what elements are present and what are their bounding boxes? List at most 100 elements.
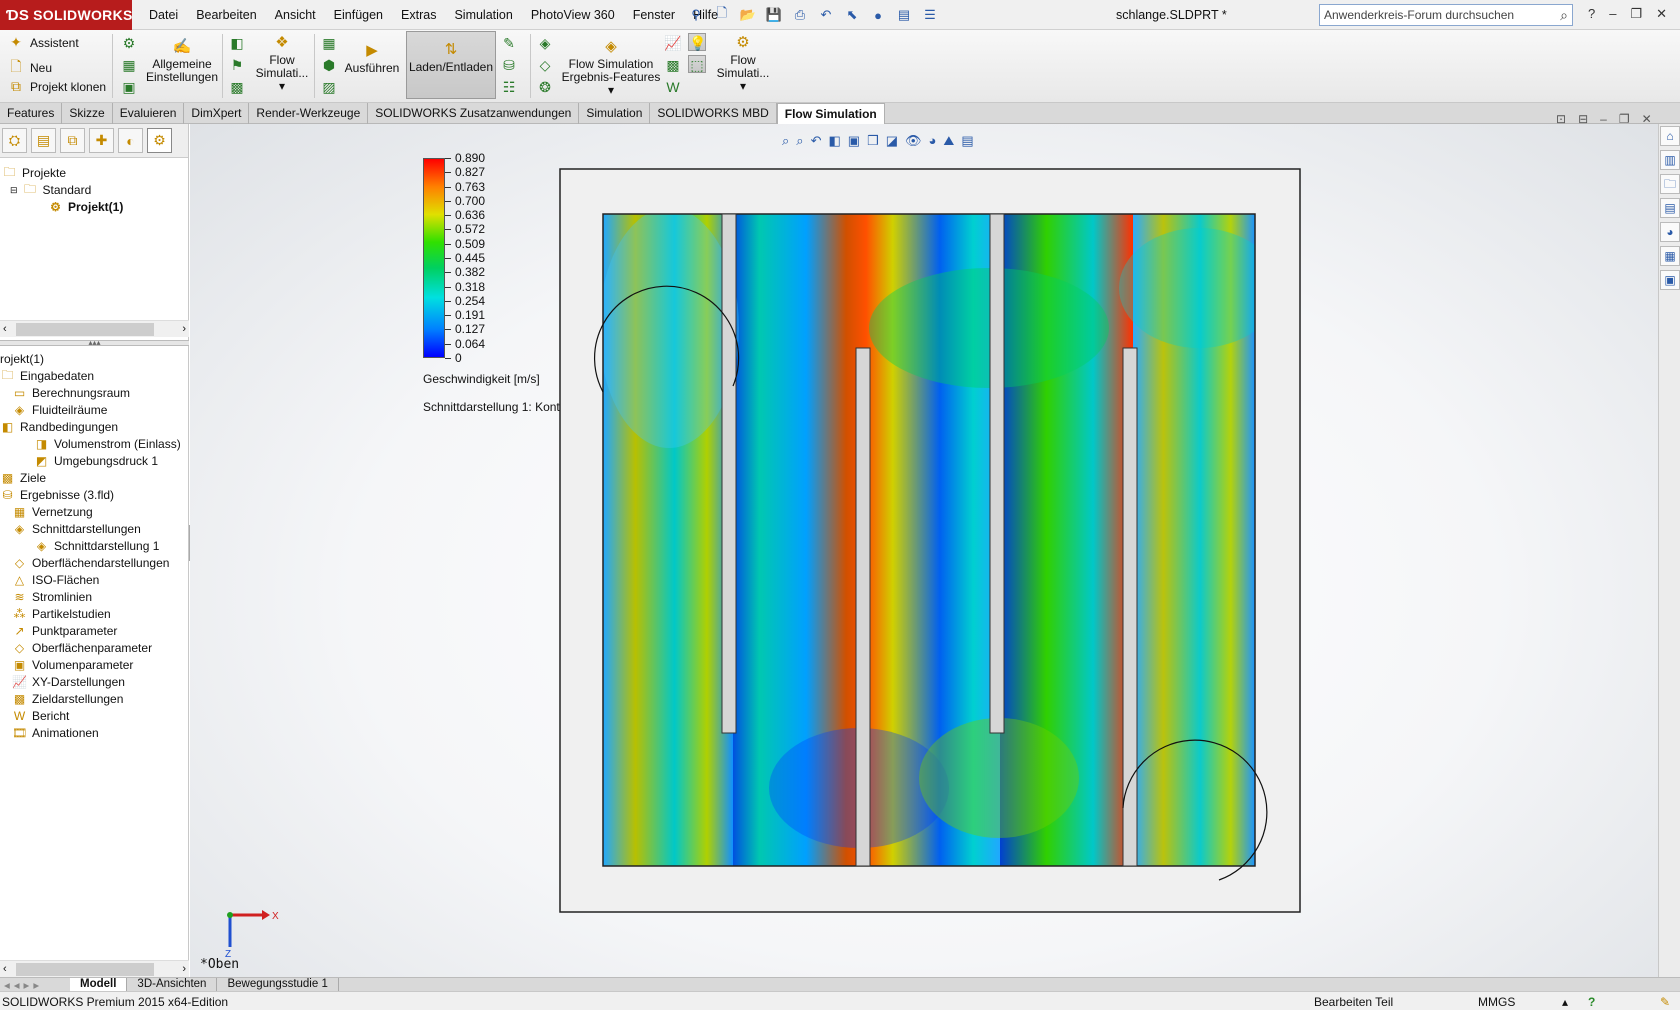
tab-mbd[interactable]: SOLIDWORKS MBD bbox=[650, 103, 777, 124]
projects-horizontal-scrollbar[interactable]: ‹ › bbox=[0, 320, 189, 337]
tree-item[interactable]: ⛁ Ergebnisse (3.fld) bbox=[0, 486, 114, 504]
scroll-right-icon[interactable]: › bbox=[182, 323, 186, 335]
file-explorer-icon[interactable]: 🗀 bbox=[1660, 174, 1680, 194]
projekt-klonen-button[interactable]: ⧉ Projekt klonen bbox=[8, 78, 106, 95]
search-icon[interactable]: ⌕ bbox=[1560, 7, 1568, 24]
tree-item[interactable]: ◇ Oberflächendarstellungen bbox=[12, 554, 170, 572]
view-orientation-icon[interactable]: ❒ bbox=[867, 133, 879, 149]
menu-einfuegen[interactable]: Einfügen bbox=[325, 8, 392, 22]
flow-analysis-tab-icon[interactable]: ⚙ bbox=[147, 128, 172, 153]
status-units[interactable]: MMGS bbox=[1478, 995, 1515, 1009]
save-results-icon[interactable]: ⛁ bbox=[500, 56, 518, 74]
display-style-icon[interactable]: ◪ bbox=[886, 133, 898, 149]
xy-plot-small-icon[interactable]: 📈 bbox=[664, 34, 682, 52]
tree-item[interactable]: ↗ Punktparameter bbox=[12, 622, 117, 640]
analysis-horizontal-scrollbar[interactable]: ‹ › bbox=[0, 960, 189, 977]
solver-icon[interactable]: ⬢ bbox=[320, 56, 338, 74]
tree-item[interactable]: ◧ Randbedingungen bbox=[0, 418, 118, 436]
tree-item[interactable]: ▩ Zieldarstellungen bbox=[12, 690, 124, 708]
allgemeine-einstellungen-button[interactable]: ✍ Allgemeine Einstellungen bbox=[144, 38, 220, 84]
tree-item[interactable]: ⁂ Partikelstudien bbox=[12, 605, 111, 623]
laden-entladen-button[interactable]: ⇅ Laden/Entladen bbox=[406, 31, 496, 99]
menu-extras[interactable]: Extras bbox=[392, 8, 445, 22]
propertymanager-tab-icon[interactable]: ▤ bbox=[31, 128, 56, 153]
menu-fenster[interactable]: Fenster bbox=[624, 8, 684, 22]
design-library-icon[interactable]: ▥ bbox=[1660, 150, 1680, 170]
section-view-icon[interactable]: ◧ bbox=[828, 133, 840, 149]
report-small-icon[interactable]: W bbox=[664, 78, 682, 96]
display-box-icon[interactable]: ⬚ bbox=[688, 55, 706, 73]
scroll-left-icon[interactable]: ‹ bbox=[3, 963, 7, 975]
tree-item[interactable]: 🗀 Eingabedaten bbox=[0, 367, 94, 385]
solidworks-logo[interactable]: ƊS SOLIDWORKS bbox=[0, 0, 132, 30]
minimize-icon[interactable]: – bbox=[1609, 6, 1616, 22]
tab-flow-simulation[interactable]: Flow Simulation bbox=[776, 103, 885, 124]
tab-3d-ansichten[interactable]: 3D-Ansichten bbox=[127, 978, 218, 991]
results-list-icon[interactable]: ☷ bbox=[500, 78, 518, 96]
assistent-button[interactable]: ✦ Assistent bbox=[8, 34, 79, 51]
tab-modell[interactable]: Modell bbox=[70, 978, 128, 991]
flow-traj-small-icon[interactable]: ❂ bbox=[536, 78, 554, 96]
forum-search-input[interactable]: Anwenderkreis-Forum durchsuchen ⌕ bbox=[1319, 4, 1573, 26]
tab-dimxpert[interactable]: DimXpert bbox=[184, 103, 250, 124]
view-palette-icon[interactable]: ▤ bbox=[1660, 198, 1680, 218]
ausfuehren-button[interactable]: ▶ Ausführen bbox=[342, 42, 402, 75]
select-cursor-icon[interactable]: ⬉ bbox=[841, 6, 863, 24]
menu-bearbeiten[interactable]: Bearbeiten bbox=[187, 8, 265, 22]
save-icon[interactable]: 💾 bbox=[763, 6, 785, 24]
configurationmanager-tab-icon[interactable]: ⧉ bbox=[60, 128, 85, 153]
tab-nav-arrows-icon[interactable]: ◂◂▸▸ bbox=[0, 978, 70, 992]
monitor-icon[interactable]: ▨ bbox=[320, 78, 338, 96]
rebuild-status-icon[interactable]: ✎ bbox=[1660, 995, 1670, 1009]
surface-plot-small-icon[interactable]: ◇ bbox=[536, 56, 554, 74]
edit-appearance-icon[interactable]: ◕ bbox=[929, 133, 937, 149]
goal-flag-icon[interactable]: ⚑ bbox=[228, 56, 246, 74]
close-icon[interactable]: ✕ bbox=[1656, 6, 1667, 22]
results-pen-icon[interactable]: ✎ bbox=[500, 34, 518, 52]
rebuild-traffic-light-icon[interactable]: ● bbox=[867, 6, 889, 24]
tab-features[interactable]: Features bbox=[0, 103, 63, 124]
undo-icon[interactable]: ↶ bbox=[815, 6, 837, 24]
checker-flag-icon[interactable]: ▩ bbox=[228, 78, 246, 96]
tree-item[interactable]: ▩ Ziele bbox=[0, 469, 46, 487]
featuremanager-tab-icon[interactable]: ⛭ bbox=[2, 128, 27, 153]
display-manager-tab-icon[interactable]: ◐ bbox=[118, 128, 143, 153]
help-icon[interactable]: ? bbox=[1588, 6, 1595, 22]
tree-item[interactable]: ◇ Oberflächenparameter bbox=[12, 639, 152, 657]
flow-simulation-button-1[interactable]: ❖ Flow Simulati... ▾ bbox=[252, 34, 312, 93]
options-icon[interactable]: ☰ bbox=[919, 6, 941, 24]
tree-item[interactable]: ▣ Volumenparameter bbox=[12, 656, 134, 674]
appearances-icon[interactable]: ◕ bbox=[1660, 222, 1680, 242]
tree-item[interactable]: ▭ Berechnungsraum bbox=[12, 384, 130, 402]
tree-item[interactable]: 📈 XY-Darstellungen bbox=[12, 673, 125, 691]
tree-item[interactable]: ◈ Schnittdarstellungen bbox=[12, 520, 141, 538]
print-icon[interactable]: ⎙ bbox=[789, 6, 811, 24]
cut-plot-small-icon[interactable]: ◈ bbox=[536, 34, 554, 52]
pin-icon[interactable]: ⚲ bbox=[685, 6, 707, 24]
tab-render-werkzeuge[interactable]: Render-Werkzeuge bbox=[249, 103, 369, 124]
boundary-condition-icon[interactable]: ◧ bbox=[228, 34, 246, 52]
goals-plot-small-icon[interactable]: ▩ bbox=[664, 56, 682, 74]
menu-ansicht[interactable]: Ansicht bbox=[266, 8, 325, 22]
tree-item[interactable]: ≋ Stromlinien bbox=[12, 588, 92, 606]
tree-item[interactable]: 🎞 Animationen bbox=[12, 724, 99, 742]
menu-datei[interactable]: Datei bbox=[140, 8, 187, 22]
scenes-icon[interactable]: ⛰ bbox=[943, 133, 954, 149]
scroll-thumb[interactable] bbox=[16, 323, 154, 336]
cut-plot-contours[interactable] bbox=[559, 168, 1301, 913]
restore-icon[interactable]: ❐ bbox=[1630, 6, 1642, 22]
dynamic-annotation-icon[interactable]: ▣ bbox=[848, 133, 860, 149]
toolbox-icon[interactable]: ▣ bbox=[120, 78, 138, 96]
general-settings-small-icon[interactable]: ⚙ bbox=[120, 34, 138, 52]
tree-item[interactable]: ◈ Fluidteilräume bbox=[12, 401, 108, 419]
tab-evaluieren[interactable]: Evaluieren bbox=[113, 103, 185, 124]
home-icon[interactable]: ⌂ bbox=[1660, 126, 1680, 146]
tree-item[interactable]: W Bericht bbox=[12, 707, 70, 725]
open-folder-icon[interactable]: 📂 bbox=[737, 6, 759, 24]
tab-simulation[interactable]: Simulation bbox=[579, 103, 651, 124]
units-dropdown-icon[interactable]: ▴ bbox=[1562, 995, 1568, 1009]
help-status-icon[interactable]: ? bbox=[1588, 995, 1595, 1009]
tree-projekt-1[interactable]: ⚙ Projekt(1) bbox=[48, 198, 123, 216]
units-icon[interactable]: ▦ bbox=[120, 56, 138, 74]
forum-icon[interactable]: ▣ bbox=[1660, 270, 1680, 290]
